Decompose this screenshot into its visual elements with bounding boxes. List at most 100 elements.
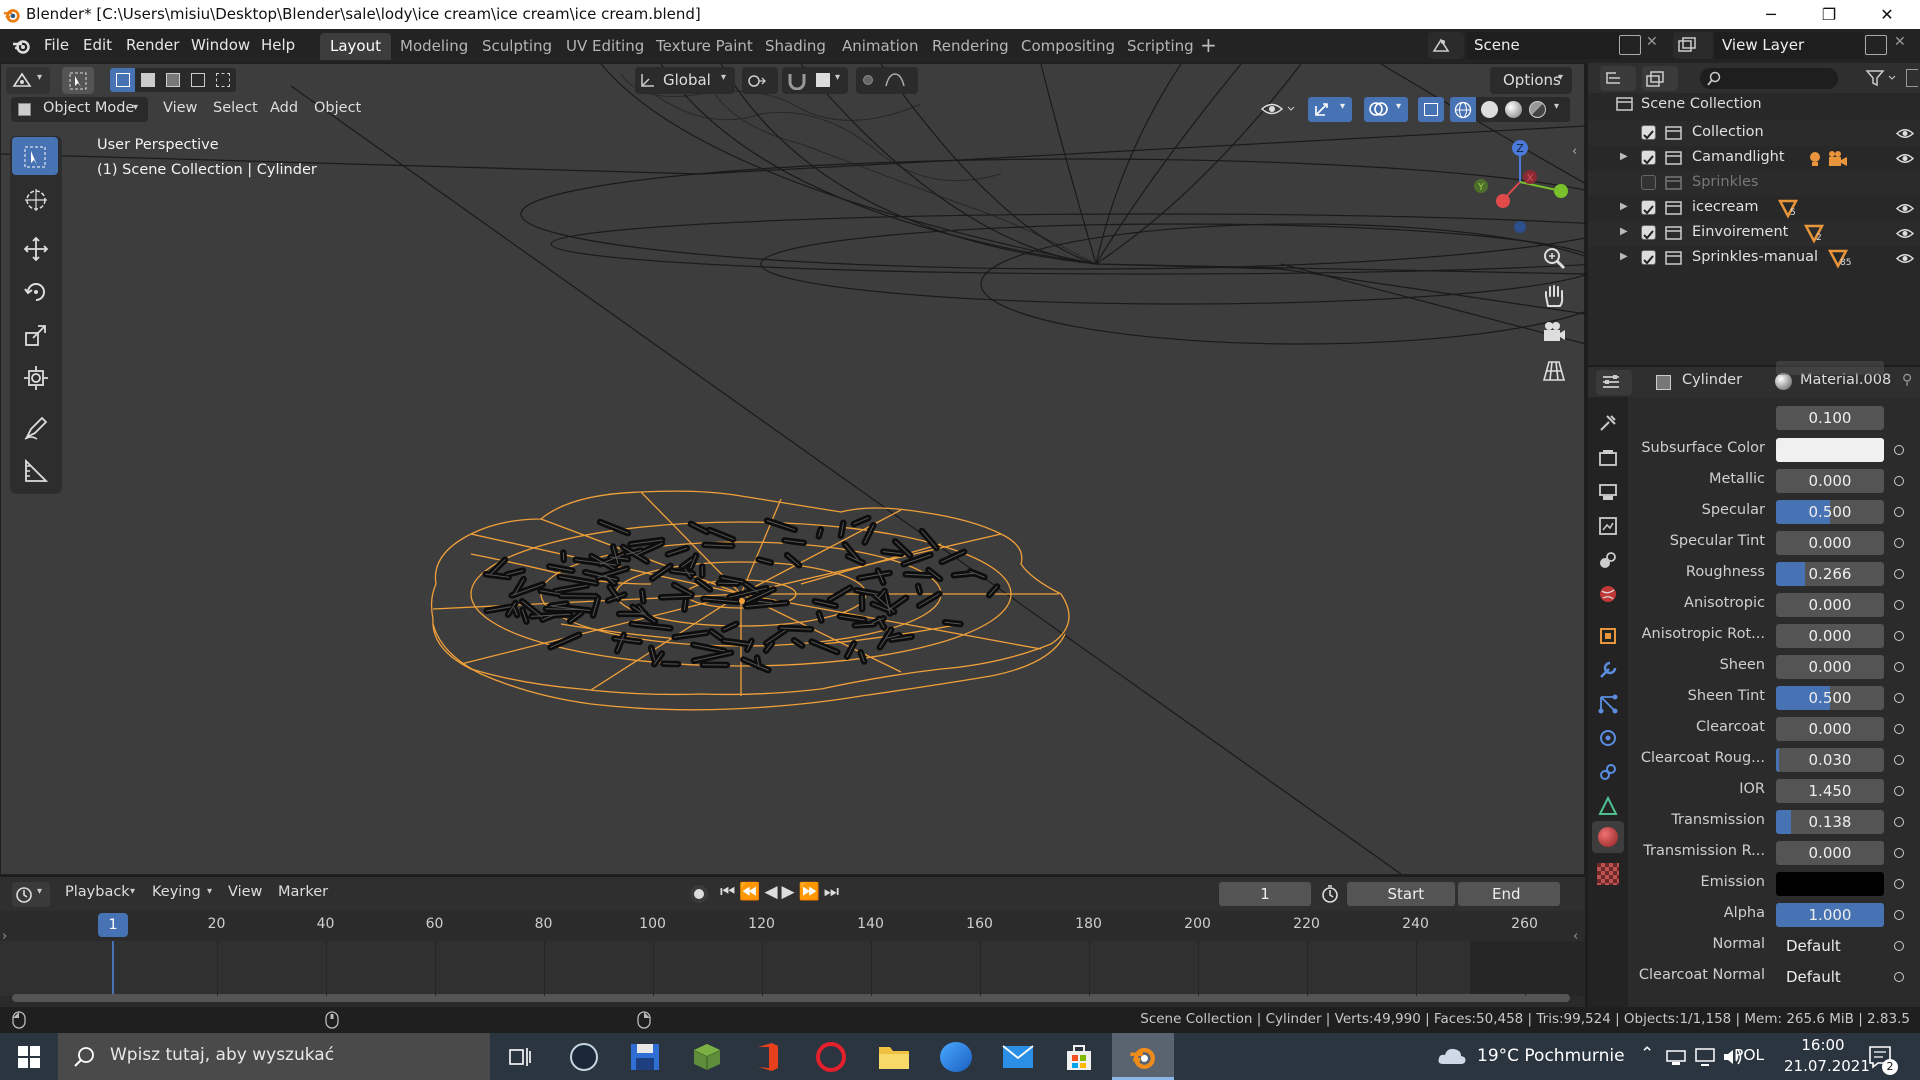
current-frame-field[interactable]: 1 <box>1219 882 1311 906</box>
tool-select-box[interactable] <box>12 137 58 175</box>
store-icon[interactable] <box>1064 1042 1094 1072</box>
opera-icon[interactable] <box>816 1042 846 1072</box>
new-scene-icon[interactable] <box>1619 35 1641 55</box>
properties-editor-type-button[interactable] <box>1596 370 1632 395</box>
node-socket-icon[interactable] <box>1894 879 1904 889</box>
tool-scale[interactable] <box>12 315 58 353</box>
overlays-toggle[interactable]: ▾ <box>1364 97 1408 122</box>
outliner-row[interactable]: Sprinkles <box>1588 171 1920 196</box>
blender-menu-icon[interactable] <box>11 36 33 56</box>
node-socket-icon[interactable] <box>1894 724 1904 734</box>
add-workspace-button[interactable]: + <box>1200 33 1217 57</box>
outliner-row[interactable]: Collection <box>1588 121 1920 146</box>
node-socket-icon[interactable] <box>1894 941 1904 951</box>
tool-cursor[interactable] <box>12 180 58 218</box>
select-intersect-icon[interactable] <box>216 73 230 87</box>
timeline-menu-playback[interactable]: Playback <box>65 884 130 900</box>
clock-time[interactable]: 16:00 <box>1794 1036 1852 1054</box>
auto-keying-button[interactable] <box>690 885 708 903</box>
save-disk-icon[interactable] <box>630 1043 660 1071</box>
scene-tab-icon[interactable] <box>1597 549 1619 571</box>
menu-render[interactable]: Render <box>126 36 179 54</box>
menu-edit[interactable]: Edit <box>83 36 112 54</box>
clock-date[interactable]: 21.07.2021 <box>1784 1057 1870 1075</box>
property-value-slider[interactable]: 0.000 <box>1776 531 1884 555</box>
exclude-checkbox[interactable] <box>1641 200 1656 215</box>
collection-label[interactable]: Collection <box>1692 124 1764 140</box>
color-swatch[interactable] <box>1776 872 1884 896</box>
node-socket-icon[interactable] <box>1894 910 1904 920</box>
outliner-row[interactable]: ▶ icecream 5 <box>1588 196 1920 221</box>
physics-tab-icon[interactable] <box>1597 727 1619 749</box>
node-socket-icon[interactable] <box>1894 755 1904 765</box>
viewport-3d[interactable] <box>0 63 1586 875</box>
exclude-checkbox[interactable] <box>1641 125 1656 140</box>
property-value-slider[interactable]: 0.030 <box>1776 748 1884 772</box>
tool-settings-tab-icon[interactable] <box>1597 412 1619 434</box>
network-icon[interactable] <box>1666 1048 1686 1066</box>
collection-label[interactable]: Sprinkles-manual <box>1692 249 1818 265</box>
property-value-slider[interactable]: 0.000 <box>1776 655 1884 679</box>
collection-label[interactable]: Camandlight <box>1692 149 1785 165</box>
node-socket-icon[interactable] <box>1894 538 1904 548</box>
node-socket-icon[interactable] <box>1894 507 1904 517</box>
outliner-search-input[interactable] <box>1700 68 1838 89</box>
render-tab-icon[interactable] <box>1597 447 1619 469</box>
node-socket-icon[interactable] <box>1894 693 1904 703</box>
pin-icon[interactable]: ⚲ <box>1902 372 1912 388</box>
expand-arrow-icon[interactable]: ▶ <box>1620 201 1628 212</box>
outliner-row[interactable]: ▶ Sprinkles-manual 85 <box>1588 246 1920 271</box>
select-invert-icon[interactable] <box>191 73 205 87</box>
zoom-icon[interactable] <box>1540 244 1568 272</box>
property-value-slider[interactable]: 0.500 <box>1776 500 1884 524</box>
tab-compositing[interactable]: Compositing <box>1011 33 1125 60</box>
node-socket-icon[interactable] <box>1894 569 1904 579</box>
property-value-slider[interactable]: 0.000 <box>1776 624 1884 648</box>
eye-icon[interactable] <box>1896 227 1914 240</box>
property-value-slider[interactable]: 1.000 <box>1776 903 1884 927</box>
eye-icon[interactable] <box>1896 127 1914 140</box>
timeline-menu-keying[interactable]: Keying <box>152 884 201 900</box>
select-subtract-icon[interactable] <box>166 73 180 87</box>
menu-file[interactable]: File <box>44 36 69 54</box>
collection-label[interactable]: Einvoirement <box>1692 224 1788 240</box>
show-hidden-icons-chevron-icon[interactable]: ⌃ <box>1640 1044 1654 1064</box>
minimize-button[interactable]: ─ <box>1742 0 1800 29</box>
timeline-menu-marker[interactable]: Marker <box>278 884 328 900</box>
node-socket-icon[interactable] <box>1894 476 1904 486</box>
minecraft-icon[interactable] <box>692 1042 722 1072</box>
exclude-checkbox[interactable] <box>1641 175 1656 190</box>
blender-taskbar-button[interactable] <box>1112 1033 1174 1080</box>
office-icon[interactable] <box>755 1042 781 1072</box>
stopwatch-icon[interactable] <box>1320 884 1340 904</box>
end-frame-field[interactable]: End 250 <box>1458 882 1560 906</box>
rendered-shading-icon[interactable] <box>1529 101 1546 118</box>
scene-name-field[interactable]: Scene <box>1466 32 1622 59</box>
edge-icon[interactable] <box>940 1042 972 1072</box>
property-value-slider[interactable]: 0.266 <box>1776 562 1884 586</box>
eye-icon[interactable] <box>1896 252 1914 265</box>
node-socket-icon[interactable] <box>1894 786 1904 796</box>
node-socket-icon[interactable] <box>1894 445 1904 455</box>
scene-browse-button[interactable] <box>1428 32 1464 59</box>
viewport-menu-object[interactable]: Object <box>314 100 361 116</box>
eye-icon[interactable] <box>1896 152 1914 165</box>
node-socket-icon[interactable] <box>1894 600 1904 610</box>
outliner-row[interactable]: ▶ Camandlight <box>1588 146 1920 171</box>
pivot-point-button[interactable] <box>742 67 778 94</box>
viewport-menu-add[interactable]: Add <box>270 100 298 116</box>
subsurface-radius-field[interactable]: 0.100 <box>1776 406 1884 430</box>
file-explorer-icon[interactable] <box>878 1043 910 1071</box>
weather-text[interactable]: 19°C Pochmurnie <box>1477 1046 1625 1066</box>
axis-x-handle[interactable] <box>1496 194 1510 208</box>
viewport-menu-view[interactable]: View <box>163 100 197 116</box>
property-value-slider[interactable]: 0.000 <box>1776 717 1884 741</box>
outliner-editor-type-button[interactable] <box>1600 66 1636 91</box>
output-tab-icon[interactable] <box>1597 481 1619 503</box>
timeline-sidebar-toggle-icon[interactable]: ‹ <box>1573 929 1578 944</box>
tab-scripting[interactable]: Scripting <box>1117 33 1204 60</box>
tab-shading[interactable]: Shading <box>755 33 836 60</box>
delete-view-layer-icon[interactable]: ✕ <box>1894 34 1906 50</box>
timeline-left-toggle-icon[interactable]: › <box>2 929 7 944</box>
tab-layout[interactable]: Layout <box>320 33 391 60</box>
